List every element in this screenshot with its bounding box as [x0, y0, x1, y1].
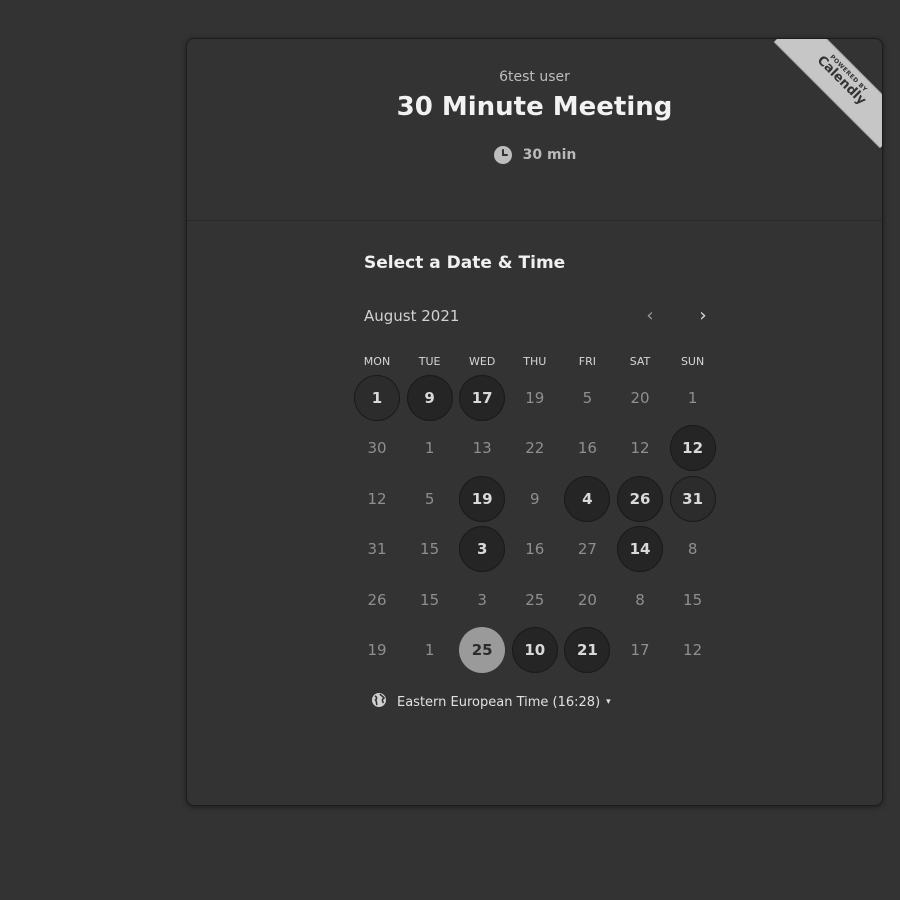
powered-by-ribbon[interactable]: POWERED BY Calendly: [772, 39, 882, 149]
caret-down-icon: ▾: [606, 697, 611, 707]
calendar-day: 22: [525, 439, 545, 458]
calendar-day: 8: [635, 590, 645, 609]
calendar-day-available[interactable]: 10: [511, 627, 558, 673]
calendar-day-available[interactable]: 9: [406, 375, 453, 421]
clock-icon: [493, 145, 513, 165]
picker-title: Select a Date & Time: [364, 253, 566, 273]
calendar-day: 5: [582, 389, 593, 407]
weekday-tue: TUE: [418, 355, 441, 368]
calendar-day: 15: [683, 590, 703, 609]
calendar-day: 12: [630, 439, 650, 458]
timezone-selector[interactable]: Eastern European Time (16:28) ▾: [371, 692, 611, 712]
calendar-day: 12: [367, 489, 387, 508]
calendar-day-selected[interactable]: 25: [459, 627, 506, 673]
calendar-day: 19: [525, 389, 545, 407]
calendar-day: 3: [477, 590, 487, 609]
calendar-day: 1: [687, 389, 698, 407]
calendar-day: 16: [525, 540, 545, 559]
calendar-day: 8: [687, 540, 698, 559]
calendar-day: 19: [367, 641, 387, 659]
booking-card: 6test user 30 Minute Meeting 30 min POWE…: [186, 38, 883, 806]
chevron-right-icon: ›: [699, 304, 707, 326]
calendar-day: 16: [577, 439, 597, 458]
calendar-day-available[interactable]: 3: [459, 526, 506, 573]
prev-month-button[interactable]: ‹: [636, 301, 664, 329]
weekday-mon: MON: [363, 355, 391, 368]
month-label: August 2021: [364, 307, 460, 325]
chevron-left-icon: ‹: [646, 304, 654, 326]
calendar-day-available[interactable]: 26: [617, 475, 663, 522]
calendar-day: 15: [420, 540, 440, 559]
calendar-day: 1: [424, 641, 435, 659]
weekday-thu: THU: [523, 355, 547, 368]
calendly-badge[interactable]: POWERED BY Calendly: [773, 39, 882, 149]
calendar-day: 15: [420, 590, 440, 609]
calendar-day: 26: [367, 590, 387, 609]
calendar-day-available[interactable]: 17: [459, 375, 506, 421]
calendar-day: 1: [424, 439, 435, 458]
calendar-day-available[interactable]: 19: [459, 475, 506, 522]
calendar-day: 17: [630, 641, 650, 659]
calendar-day-available[interactable]: 1: [354, 375, 400, 421]
calendar-day: 27: [577, 540, 597, 559]
calendar-day: 20: [577, 590, 597, 609]
duration-label: 30 min: [522, 147, 577, 163]
calendar-day: 13: [472, 439, 492, 458]
calendar-day-available[interactable]: 4: [564, 475, 611, 522]
calendar-day: 25: [525, 590, 545, 609]
calendar-day: 31: [367, 540, 387, 559]
calendar-day-available[interactable]: 31: [669, 475, 716, 522]
calendar-day: 20: [630, 389, 650, 407]
calendar-day: 9: [530, 489, 540, 508]
weekday-fri: FRI: [578, 355, 596, 368]
calendar-day-available[interactable]: 12: [669, 425, 716, 472]
calendar-day-available[interactable]: 14: [617, 526, 663, 573]
weekday-sat: SAT: [629, 355, 651, 368]
calendar-day: 5: [424, 489, 435, 508]
weekday-sun: SUN: [680, 355, 705, 368]
weekday-wed: WED: [469, 355, 496, 368]
calendar-day: 12: [683, 641, 703, 659]
calendar-day-available[interactable]: 21: [564, 627, 611, 673]
calendar-day: 30: [367, 439, 387, 458]
next-month-button[interactable]: ›: [689, 301, 717, 329]
timezone-label: Eastern European Time (16:28): [397, 694, 601, 710]
globe-icon: [371, 692, 387, 712]
